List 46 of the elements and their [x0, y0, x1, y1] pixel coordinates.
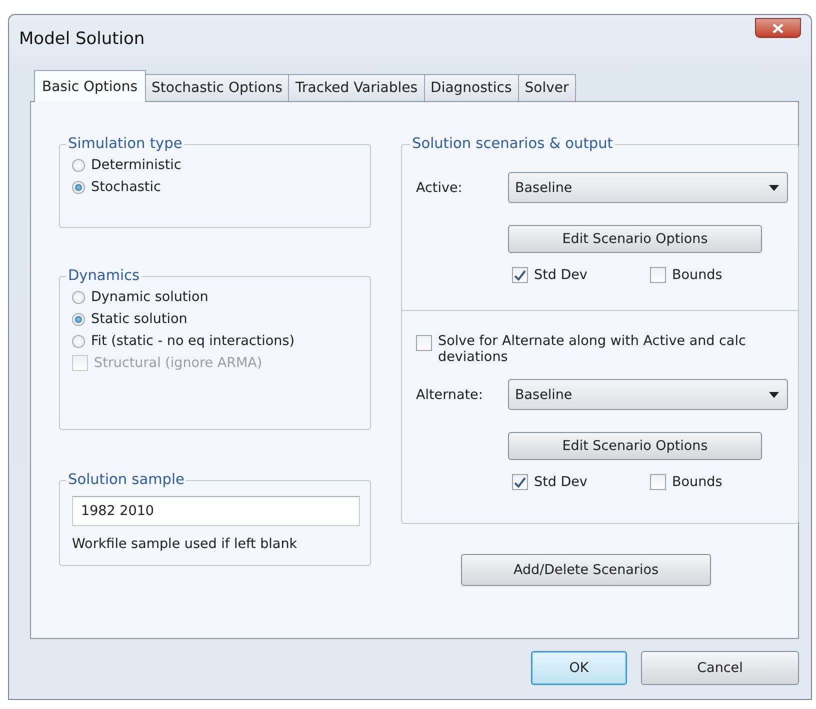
group-title: Simulation type — [67, 136, 184, 152]
radio-button[interactable] — [72, 158, 85, 172]
edit-options-button[interactable]: Edit Scenario Options — [508, 225, 762, 253]
tab[interactable]: Tracked Variables — [288, 74, 425, 101]
radio-button[interactable] — [72, 334, 85, 348]
edit-options-button[interactable]: Edit Scenario Options — [508, 432, 762, 460]
checkbox[interactable] — [416, 335, 432, 351]
dropdown-arrow-icon — [769, 184, 779, 190]
checkbox-label: Bounds — [672, 267, 722, 283]
ok-button[interactable]: OK — [531, 651, 627, 685]
scenario-dropdown[interactable]: Baseline — [508, 172, 788, 203]
tab[interactable]: Solver — [518, 74, 576, 101]
radio-button[interactable] — [72, 312, 85, 326]
sample-field[interactable]: 1982 2010 — [72, 496, 360, 526]
checkbox-label: Std Dev — [534, 474, 588, 490]
close-button[interactable] — [755, 18, 801, 38]
group-title: Solution scenarios & output — [411, 136, 614, 152]
scenario-dropdown[interactable]: Baseline — [508, 379, 788, 410]
tab[interactable]: Diagnostics — [424, 74, 519, 101]
cancel-button[interactable]: Cancel — [641, 651, 799, 685]
add-delete-button[interactable]: Add/Delete Scenarios — [461, 554, 711, 586]
checkbox[interactable] — [650, 474, 666, 490]
option-label: Static solution — [91, 311, 188, 327]
checkbox-label: Std Dev — [534, 267, 588, 283]
option-label: Fit (static - no eq interactions) — [91, 333, 294, 349]
group-title: Dynamics — [67, 268, 141, 284]
tab[interactable]: Basic Options — [34, 70, 146, 102]
option-label: Deterministic — [91, 157, 182, 173]
dropdown-arrow-icon — [769, 392, 779, 398]
tab[interactable]: Stochastic Options — [144, 74, 290, 101]
checkbox-label: Structural (ignore ARMA) — [94, 355, 262, 371]
checkbox[interactable] — [650, 267, 666, 283]
option-label: Dynamic solution — [91, 289, 208, 305]
checkbox-label: Solve for Alternate along with Active and calc deviations — [438, 333, 746, 365]
group-title: Solution sample — [67, 472, 186, 488]
checkbox[interactable] — [512, 474, 528, 490]
hint-text: Workfile sample used if left blank — [72, 536, 298, 552]
checkbox[interactable] — [512, 267, 528, 283]
radio-button[interactable] — [72, 180, 85, 194]
close-icon — [772, 22, 784, 34]
radio-button[interactable] — [72, 290, 85, 304]
field-label: Active: — [416, 180, 464, 196]
checkbox-label: Bounds — [672, 474, 722, 490]
option-label: Stochastic — [91, 179, 161, 195]
window-title: Model Solution — [19, 29, 145, 49]
field-label: Alternate: — [416, 386, 484, 402]
